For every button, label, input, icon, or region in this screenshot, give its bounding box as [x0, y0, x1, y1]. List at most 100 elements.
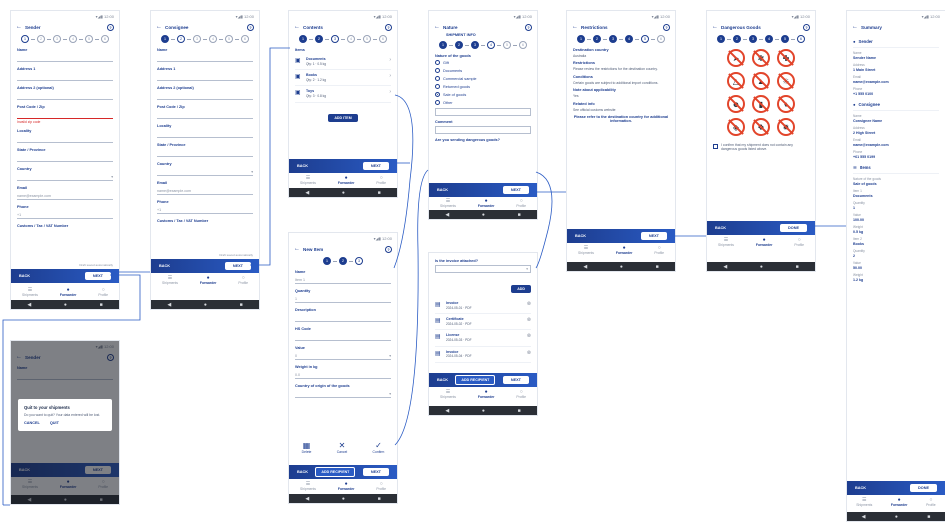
tab-profile[interactable]: ○Profile	[238, 276, 248, 286]
tab-profile[interactable]: ○Profile	[98, 288, 108, 298]
nav-back-icon[interactable]: ◀	[27, 302, 31, 308]
back-button[interactable]: BACK	[297, 470, 308, 474]
tab-profile[interactable]: ○Profile	[654, 246, 664, 256]
add-document-button[interactable]: ADD	[511, 285, 531, 293]
nav-home-icon[interactable]: ●	[204, 302, 207, 308]
back-button[interactable]: BACK	[19, 274, 30, 278]
add-item-button[interactable]: ADD ITEM	[328, 113, 358, 122]
locality-input[interactable]	[17, 135, 113, 143]
arrow-left-icon[interactable]: ←	[434, 24, 440, 30]
add-recipient-button[interactable]: ADD RECIPIENT	[455, 375, 496, 385]
nav-back-icon[interactable]: ◀	[445, 408, 449, 414]
radio-option[interactable]: Documents	[435, 68, 531, 73]
nav-recent-icon[interactable]: ■	[927, 514, 930, 520]
nav-recent-icon[interactable]: ■	[796, 264, 799, 270]
back-button[interactable]: BACK	[715, 226, 726, 230]
back-button[interactable]: BACK	[437, 378, 448, 382]
tab-profile[interactable]: ○Profile	[516, 199, 526, 209]
tab-forwarder[interactable]: ●Forwarder	[891, 498, 908, 508]
back-button[interactable]: BACK	[855, 486, 866, 490]
tab-profile[interactable]: ○Profile	[516, 390, 526, 400]
phone-input[interactable]: +1	[17, 211, 113, 219]
address2-input[interactable]	[17, 92, 113, 100]
email-input[interactable]: name@example.com	[17, 192, 113, 200]
locality-input[interactable]	[157, 130, 253, 138]
trash-icon[interactable]: ⊗	[527, 317, 531, 323]
tab-forwarder[interactable]: ●Forwarder	[478, 199, 495, 209]
summary-section-sender[interactable]: ● Sender	[853, 36, 939, 48]
confirm-item-button[interactable]: ✓ Confirm	[373, 442, 385, 455]
nav-back-icon[interactable]: ◀	[445, 212, 449, 218]
delete-item-button[interactable]: ▦ Delete	[302, 442, 312, 455]
arrow-left-icon[interactable]: ←	[572, 24, 578, 30]
help-circle-icon[interactable]: ?	[385, 23, 392, 31]
help-circle-icon[interactable]: ?	[525, 23, 532, 31]
radio-option[interactable]: Gift	[435, 60, 531, 65]
tab-forwarder[interactable]: ●Forwarder	[338, 482, 355, 492]
item-name-input[interactable]: Item 1	[295, 276, 391, 284]
tab-shipments[interactable]: ☰Shipments	[300, 176, 316, 186]
help-circle-icon[interactable]: ?	[247, 23, 254, 31]
nav-recent-icon[interactable]: ■	[656, 264, 659, 270]
summary-section-consignee[interactable]: ● Consignee	[853, 99, 939, 111]
tab-forwarder[interactable]: ●Forwarder	[478, 390, 495, 400]
back-button[interactable]: BACK	[575, 234, 586, 238]
nav-home-icon[interactable]: ●	[760, 264, 763, 270]
nav-home-icon[interactable]: ●	[895, 514, 898, 520]
nav-recent-icon[interactable]: ■	[378, 190, 381, 196]
document-item[interactable]: ▤ Invoice 2024-05-01 · PDF ⊗	[435, 298, 531, 315]
nav-home-icon[interactable]: ●	[620, 264, 623, 270]
phone-input[interactable]: +1	[157, 206, 253, 214]
next-button[interactable]: NEXT	[502, 376, 529, 384]
radio-option[interactable]: Returned goods	[435, 84, 531, 89]
help-circle-icon[interactable]: ?	[663, 23, 670, 31]
next-button[interactable]: NEXT	[640, 232, 667, 240]
document-item[interactable]: ▤ License 2024-05-03 · PDF ⊗	[435, 330, 531, 347]
nav-home-icon[interactable]: ●	[342, 190, 345, 196]
nav-recent-icon[interactable]: ■	[518, 212, 521, 218]
next-button[interactable]: NEXT	[84, 272, 111, 280]
tab-profile[interactable]: ○Profile	[926, 498, 936, 508]
list-item[interactable]: ▣ Books Qty: 2 · 1.2 kg ›	[295, 70, 391, 87]
no-dangerous-goods-checkbox[interactable]: I confirm that my shipment does not cont…	[713, 143, 809, 152]
arrow-left-icon[interactable]: ←	[294, 24, 300, 30]
tab-shipments[interactable]: ☰Shipments	[856, 498, 872, 508]
state-input[interactable]	[157, 149, 253, 157]
zip-input[interactable]	[17, 111, 113, 119]
quantity-input[interactable]: 1	[295, 295, 391, 303]
dialog-cancel-button[interactable]: CANCEL	[24, 421, 40, 425]
description-input[interactable]	[295, 314, 391, 322]
done-button[interactable]: DONE	[910, 484, 937, 492]
email-input[interactable]: name@example.com	[157, 187, 253, 195]
country-select[interactable]: ▾	[17, 173, 113, 181]
next-button[interactable]: NEXT	[224, 262, 251, 270]
tab-profile[interactable]: ○Profile	[794, 238, 804, 248]
tab-forwarder[interactable]: ●Forwarder	[200, 276, 217, 286]
zip-input[interactable]	[157, 111, 253, 119]
tab-profile[interactable]: ○Profile	[376, 176, 386, 186]
nav-recent-icon[interactable]: ■	[100, 302, 103, 308]
invoice-select[interactable]: ▾	[435, 265, 531, 273]
nav-home-icon[interactable]: ●	[482, 408, 485, 414]
tab-shipments[interactable]: ☰Shipments	[440, 390, 456, 400]
arrow-left-icon[interactable]: ←	[16, 24, 22, 30]
tab-shipments[interactable]: ☰Shipments	[22, 288, 38, 298]
done-button[interactable]: DONE	[780, 224, 807, 232]
trash-icon[interactable]: ⊗	[527, 350, 531, 356]
tab-profile[interactable]: ○Profile	[376, 482, 386, 492]
arrow-left-icon[interactable]: ←	[852, 24, 858, 30]
radio-option[interactable]: Commercial sample	[435, 76, 531, 81]
nav-home-icon[interactable]: ●	[482, 212, 485, 218]
tab-forwarder[interactable]: ●Forwarder	[60, 288, 77, 298]
address1-input[interactable]	[17, 73, 113, 81]
arrow-left-icon[interactable]: ←	[156, 24, 162, 30]
country-select[interactable]: ▾	[157, 168, 253, 176]
weight-input[interactable]: 0.0	[295, 371, 391, 379]
nav-back-icon[interactable]: ◀	[862, 514, 866, 520]
nav-home-icon[interactable]: ●	[64, 302, 67, 308]
tab-forwarder[interactable]: ●Forwarder	[616, 246, 633, 256]
arrow-left-icon[interactable]: ←	[294, 246, 300, 252]
address1-input[interactable]	[157, 73, 253, 81]
nav-back-icon[interactable]: ◀	[305, 496, 309, 502]
nav-recent-icon[interactable]: ■	[240, 302, 243, 308]
